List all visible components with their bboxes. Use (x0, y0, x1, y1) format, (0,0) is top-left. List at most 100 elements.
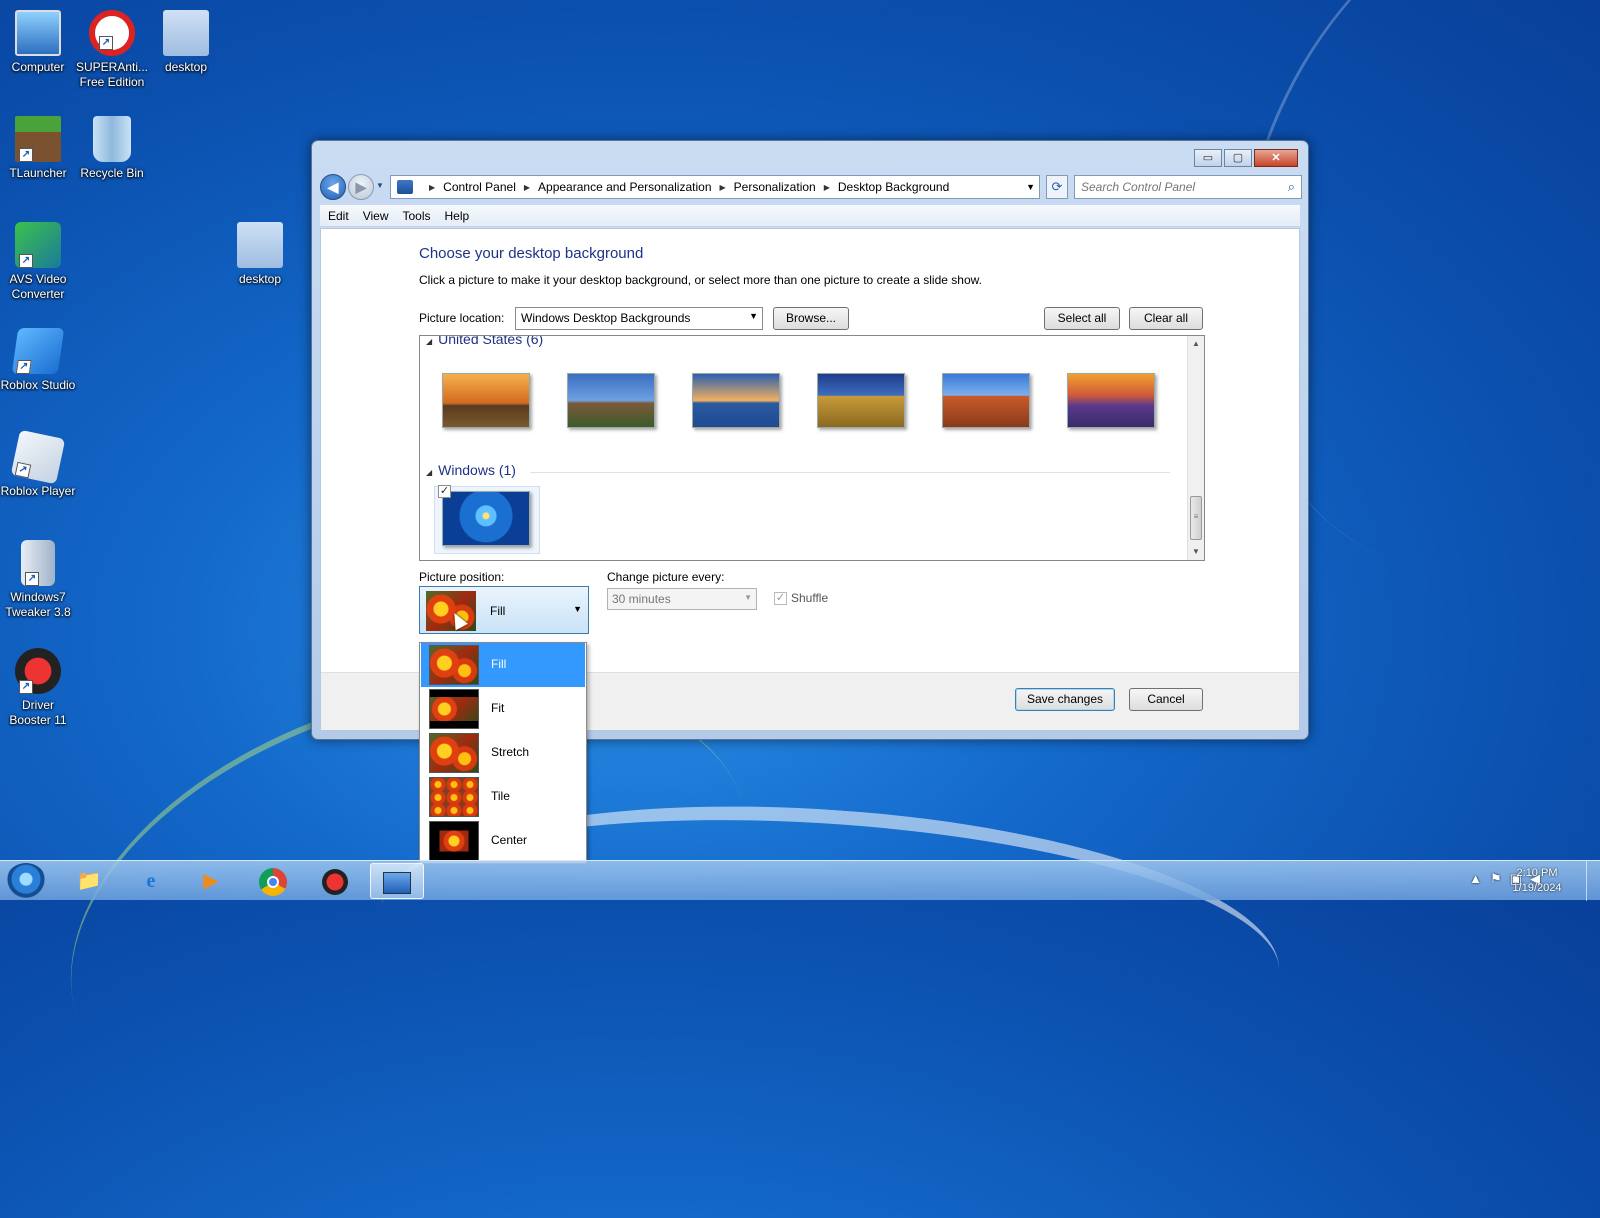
breadcrumb-arrow-icon: ▶ (523, 182, 531, 192)
desktop-icon-roblox-player[interactable]: ↗ Roblox Player (0, 429, 76, 499)
collapse-triangle-icon: ◢ (426, 468, 433, 477)
breadcrumb-arrow-icon: ▶ (719, 182, 726, 192)
menu-help[interactable]: Help (445, 209, 470, 223)
menu-tools[interactable]: Tools (402, 209, 430, 223)
scroll-up-arrow-icon[interactable]: ▲ (1188, 336, 1204, 352)
wallpaper-gallery: ◢ United States (6) ◢ Windows (1) ✓ ▲ ≡ ▼ (419, 335, 1205, 561)
wallpaper-checkbox[interactable]: ✓ (438, 485, 451, 498)
breadcrumb-appearance[interactable]: Appearance and Personalization (538, 180, 711, 194)
caption-buttons: ▭ ▢ ✕ (1192, 149, 1298, 167)
change-interval-select[interactable]: 30 minutes ▼ (607, 588, 757, 610)
desktop-icon-desktop-1[interactable]: desktop (148, 10, 224, 75)
close-button[interactable]: ✕ (1254, 149, 1298, 167)
position-option-fit[interactable]: Fit (421, 687, 585, 731)
wallpaper-thumb-us-2[interactable] (567, 373, 655, 428)
breadcrumb-arrow-icon: ▶ (429, 182, 436, 192)
search-icon[interactable]: ⌕ (1288, 179, 1295, 195)
chevron-down-icon[interactable]: ▼ (1026, 182, 1035, 192)
roblox-studio-icon: ↗ (11, 328, 65, 374)
show-desktop-button[interactable] (1586, 861, 1600, 901)
maximize-button[interactable]: ▢ (1224, 149, 1252, 167)
scroll-down-arrow-icon[interactable]: ▼ (1188, 544, 1204, 560)
roblox-player-icon: ↗ (10, 429, 66, 485)
change-picture-label: Change picture every: (607, 570, 725, 584)
group-header-united-states[interactable]: ◢ United States (6) (426, 336, 543, 347)
position-option-center[interactable]: Center (421, 819, 585, 863)
taskbar-internet-explorer-icon[interactable]: e (124, 863, 178, 899)
picture-position-combobox[interactable]: Fill ▼ (419, 586, 589, 634)
taskbar-chrome-icon[interactable] (246, 863, 300, 899)
shortcut-arrow-icon: ↗ (19, 254, 33, 268)
taskbar-media-player-icon[interactable]: ▶ (184, 863, 238, 899)
desktop-icon-recycle-bin[interactable]: Recycle Bin (74, 116, 150, 181)
forward-button[interactable]: ▶ (348, 174, 374, 200)
show-hidden-icons-icon[interactable]: ▲ (1469, 871, 1482, 887)
menu-view[interactable]: View (363, 209, 389, 223)
taskbar-driver-booster-icon[interactable] (308, 863, 362, 899)
chevron-down-icon: ▼ (749, 311, 758, 321)
navigation-bar: ◀ ▶ ▼ ▶ Control Panel ▶ Appearance and P… (320, 173, 1302, 201)
clock[interactable]: 2:10 PM 1/19/2024 (1502, 866, 1572, 896)
save-changes-button[interactable]: Save changes (1015, 688, 1115, 711)
position-option-stretch[interactable]: Stretch (421, 731, 585, 775)
taskbar-explorer-icon[interactable]: 📁 (62, 863, 116, 899)
desktop-icon-tlauncher[interactable]: ↗ TLauncher (0, 116, 76, 181)
wallpaper-thumb-us-3[interactable] (692, 373, 780, 428)
menu-edit[interactable]: Edit (328, 209, 349, 223)
shortcut-arrow-icon: ↗ (15, 360, 32, 374)
settings-file-icon (163, 10, 209, 56)
desktop-icon-driver-booster[interactable]: ↗ Driver Booster 11 (0, 648, 76, 728)
action-center-icon[interactable]: ⚑ (1490, 871, 1502, 887)
search-input[interactable]: Search Control Panel ⌕ (1074, 175, 1302, 199)
picture-location-select[interactable]: Windows Desktop Backgrounds ▼ (515, 307, 763, 330)
wallpaper-thumb-windows-1[interactable] (442, 491, 530, 546)
tile-preview-icon (429, 777, 479, 817)
minimize-button[interactable]: ▭ (1194, 149, 1222, 167)
desktop-icon-desktop-2[interactable]: desktop (222, 222, 298, 287)
back-button[interactable]: ◀ (320, 174, 346, 200)
gallery-scrollbar[interactable]: ▲ ≡ ▼ (1187, 336, 1204, 560)
desktop-icon-computer[interactable]: Computer (0, 10, 76, 75)
desktop-icon-roblox-studio[interactable]: ↗ Roblox Studio (0, 328, 76, 393)
picture-position-label: Picture position: (419, 570, 505, 584)
browse-button[interactable]: Browse... (773, 307, 849, 330)
desktop-icon-windows7-tweaker[interactable]: ↗ Windows7 Tweaker 3.8 (0, 540, 76, 620)
menu-bar: Edit View Tools Help (320, 205, 1300, 227)
recent-pages-dropdown[interactable]: ▼ (376, 181, 384, 190)
fit-preview-icon (429, 689, 479, 729)
desktop-icon-superantispyware[interactable]: ↗ SUPERAnti... Free Edition (74, 10, 150, 90)
address-bar[interactable]: ▶ Control Panel ▶ Appearance and Persona… (390, 175, 1040, 199)
wallpaper-thumb-us-1[interactable] (442, 373, 530, 428)
settings-file-icon (237, 222, 283, 268)
breadcrumb-arrow-icon: ▶ (823, 182, 830, 192)
position-preview-image (426, 591, 476, 631)
shortcut-arrow-icon: ↗ (14, 461, 32, 479)
grass-block-icon: ↗ (15, 116, 61, 162)
shortcut-arrow-icon: ↗ (19, 680, 33, 694)
recycle-bin-icon (93, 116, 131, 162)
shuffle-checkbox[interactable]: ✓ (774, 592, 787, 606)
position-option-tile[interactable]: Tile (421, 775, 585, 819)
page-description: Click a picture to make it your desktop … (419, 273, 982, 287)
position-option-fill[interactable]: Fill (421, 643, 585, 687)
group-header-windows[interactable]: ◢ Windows (1) (426, 462, 516, 478)
breadcrumb-control-panel[interactable]: Control Panel (443, 180, 516, 194)
taskbar-control-panel-icon[interactable] (370, 863, 424, 899)
desktop-icon-avs-video-converter[interactable]: ↗ AVS Video Converter (0, 222, 76, 302)
cancel-button[interactable]: Cancel (1129, 688, 1203, 711)
wallpaper-thumb-us-5[interactable] (942, 373, 1030, 428)
wallpaper-thumb-us-6[interactable] (1067, 373, 1155, 428)
stretch-preview-icon (429, 733, 479, 773)
breadcrumb-desktop-background[interactable]: Desktop Background (838, 180, 949, 194)
driver-booster-icon: ↗ (15, 648, 61, 694)
start-button[interactable] (6, 863, 46, 899)
breadcrumb-personalization[interactable]: Personalization (734, 180, 816, 194)
scrollbar-thumb[interactable]: ≡ (1190, 496, 1202, 540)
shuffle-option[interactable]: ✓ Shuffle (774, 591, 828, 606)
refresh-button[interactable]: ⟳ (1046, 175, 1068, 199)
clear-all-button[interactable]: Clear all (1129, 307, 1203, 330)
wallpaper-thumb-us-4[interactable] (817, 373, 905, 428)
select-all-button[interactable]: Select all (1044, 307, 1120, 330)
picture-location-label: Picture location: (419, 311, 505, 325)
shortcut-arrow-icon: ↗ (99, 36, 113, 50)
